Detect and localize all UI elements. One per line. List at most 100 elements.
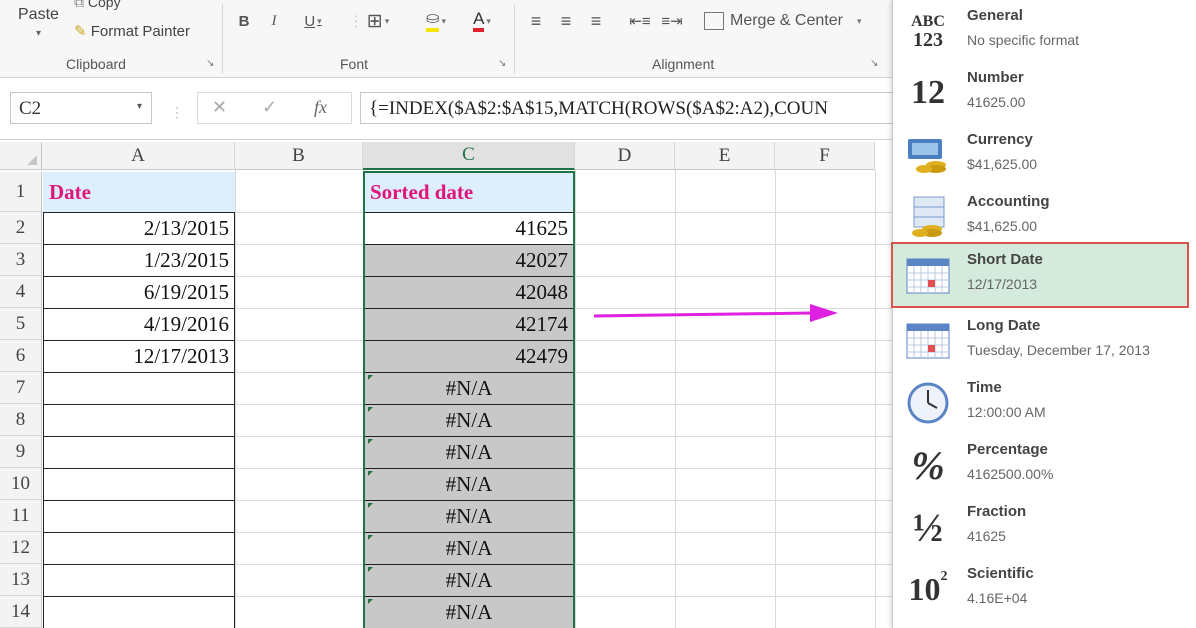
row-header-11[interactable]: 11 [0, 500, 42, 532]
cell-a13[interactable] [43, 564, 235, 597]
format-option-long-date[interactable]: Long Date Tuesday, December 17, 2013 [893, 310, 1189, 372]
column-header-a[interactable]: A [42, 142, 235, 170]
cell-a7[interactable] [43, 372, 235, 405]
row-header-6[interactable]: 6 [0, 340, 42, 372]
format-option-fraction[interactable]: ½ Fraction 41625 [893, 496, 1189, 558]
paste-button[interactable]: Paste ▾ [18, 6, 59, 39]
row-header-14[interactable]: 14 [0, 596, 42, 628]
cell-c14[interactable]: #N/A [364, 596, 574, 628]
cell-c3[interactable]: 42027 [364, 244, 574, 277]
cell-c7[interactable]: #N/A [364, 372, 574, 405]
row-header-12[interactable]: 12 [0, 532, 42, 564]
row-header-8[interactable]: 8 [0, 404, 42, 436]
chevron-down-icon: ▾ [317, 15, 322, 26]
column-header-b[interactable]: B [235, 142, 363, 170]
underline-button[interactable]: U ▾ [296, 8, 330, 34]
cell-a14[interactable] [43, 596, 235, 628]
column-header-d[interactable]: D [575, 142, 675, 170]
italic-label: I [271, 12, 277, 29]
cell-c12[interactable]: #N/A [364, 532, 574, 565]
cell-value: #N/A [445, 600, 493, 624]
cell-c11[interactable]: #N/A [364, 500, 574, 533]
row-header-10[interactable]: 10 [0, 468, 42, 500]
row-header-1[interactable]: 1 [0, 172, 42, 212]
cell-c1[interactable]: Sorted date [364, 172, 574, 212]
cell-a2[interactable]: 2/13/2015 [43, 212, 235, 245]
row-header-13[interactable]: 13 [0, 564, 42, 596]
cell-value: #N/A [445, 376, 493, 400]
cell-a9[interactable] [43, 436, 235, 469]
row-header-7[interactable]: 7 [0, 372, 42, 404]
format-option-time[interactable]: Time 12:00:00 AM [893, 372, 1189, 434]
column-header-e[interactable]: E [675, 142, 775, 170]
fill-color-button[interactable]: ⛀ ▾ [414, 8, 458, 34]
column-header-c[interactable]: C [363, 142, 575, 170]
format-option-short-date[interactable]: Short Date 12/17/2013 [891, 242, 1189, 308]
bold-button[interactable]: B [236, 8, 252, 34]
font-color-button[interactable]: A ▾ [462, 8, 502, 34]
cell-a6[interactable]: 12/17/2013 [43, 340, 235, 373]
alignment-launcher-icon[interactable]: ↘ [870, 58, 878, 69]
chevron-down-icon: ▾ [856, 15, 862, 26]
font-color-icon: A [473, 10, 485, 32]
format-painter-button[interactable]: ✎ Format Painter [74, 22, 190, 40]
cell-a8[interactable] [43, 404, 235, 437]
currency-icon [901, 128, 955, 182]
select-all-corner[interactable] [0, 142, 42, 170]
row-header-9[interactable]: 9 [0, 436, 42, 468]
align-right-button[interactable]: ≡ [586, 8, 606, 34]
cell-a5[interactable]: 4/19/2016 [43, 308, 235, 341]
group-divider [514, 4, 515, 74]
format-option-scientific[interactable]: 10 2 Scientific 4.16E+04 [893, 558, 1189, 620]
cell-value: 42479 [515, 344, 569, 368]
cell-a3[interactable]: 1/23/2015 [43, 244, 235, 277]
increase-indent-button[interactable]: ≡⇥ [660, 8, 684, 34]
format-option-number[interactable]: 12 Number 41625.00 [893, 62, 1189, 124]
format-option-general[interactable]: ABC 123 General No specific format [893, 0, 1189, 62]
cell-a12[interactable] [43, 532, 235, 565]
row-header-5[interactable]: 5 [0, 308, 42, 340]
format-option-percentage[interactable]: % Percentage 4162500.00% [893, 434, 1189, 496]
italic-button[interactable]: I [266, 8, 282, 34]
error-indicator-icon [368, 471, 373, 476]
row-header-3[interactable]: 3 [0, 244, 42, 276]
clipboard-launcher-icon[interactable]: ↘ [206, 58, 214, 69]
format-option-accounting[interactable]: Accounting $41,625.00 [893, 186, 1189, 248]
insert-function-icon[interactable]: fx [314, 97, 327, 118]
formula-bar-grip-icon[interactable]: ⋮ [170, 104, 184, 121]
merge-center-button[interactable]: Merge & Center ▾ [704, 8, 884, 34]
borders-button[interactable]: ⊞ ▾ [358, 8, 398, 34]
format-name: Percentage [967, 441, 1048, 458]
copy-button[interactable]: ⧉ Copy [74, 0, 121, 11]
cell-c6[interactable]: 42479 [364, 340, 574, 373]
copy-label: Copy [87, 0, 121, 10]
cell-c9[interactable]: #N/A [364, 436, 574, 469]
cell-a4[interactable]: 6/19/2015 [43, 276, 235, 309]
cell-c2[interactable]: 41625 [364, 212, 574, 245]
cell-c4[interactable]: 42048 [364, 276, 574, 309]
enter-icon[interactable]: ✓ [262, 97, 277, 118]
align-center-button[interactable]: ≡ [556, 8, 576, 34]
cell-c10[interactable]: #N/A [364, 468, 574, 501]
format-option-currency[interactable]: Currency $41,625.00 [893, 124, 1189, 186]
decrease-indent-button[interactable]: ⇤≡ [628, 8, 652, 34]
cell-a1[interactable]: Date [43, 172, 235, 212]
arrow-shaft [593, 311, 813, 318]
format-name: Currency [967, 131, 1033, 148]
paste-label: Paste [18, 6, 59, 23]
name-box-value: C2 [19, 98, 42, 119]
name-box[interactable]: C2 ▾ [10, 92, 152, 124]
align-left-button[interactable]: ≡ [526, 8, 546, 34]
chevron-down-icon[interactable]: ▾ [137, 101, 142, 112]
font-launcher-icon[interactable]: ↘ [498, 58, 506, 69]
cell-c13[interactable]: #N/A [364, 564, 574, 597]
cell-a10[interactable] [43, 468, 235, 501]
cell-a11[interactable] [43, 500, 235, 533]
cell-value: #N/A [445, 440, 493, 464]
column-header-f[interactable]: F [775, 142, 875, 170]
cell-c5[interactable]: 42174 [364, 308, 574, 341]
cancel-icon[interactable]: ✕ [212, 97, 227, 118]
row-header-4[interactable]: 4 [0, 276, 42, 308]
cell-c8[interactable]: #N/A [364, 404, 574, 437]
row-header-2[interactable]: 2 [0, 212, 42, 244]
